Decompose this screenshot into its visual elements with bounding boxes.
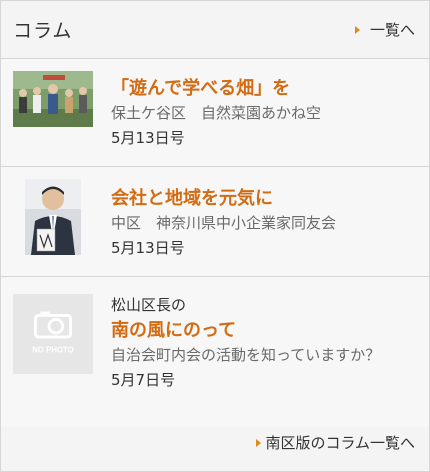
- item-thumbnail[interactable]: [13, 179, 93, 276]
- no-photo-placeholder-icon: NO PHOTO: [13, 294, 93, 374]
- list-item[interactable]: 「遊んで学べる畑」を 保土ケ谷区 自然菜園あかね空 5月13日号: [1, 59, 429, 167]
- item-thumbnail[interactable]: NO PHOTO: [13, 293, 93, 427]
- item-title[interactable]: 南の風にのって: [111, 319, 417, 343]
- column-header: コラム 一覧へ: [1, 1, 429, 59]
- column-title: コラム: [13, 20, 73, 42]
- list-link-label: 一覧へ: [369, 21, 415, 39]
- ward-column-list-label: 南区版のコラム一覧へ: [265, 434, 415, 452]
- list-link[interactable]: 一覧へ: [354, 19, 415, 40]
- item-date: 5月7日号: [111, 371, 176, 389]
- item-text: 松山区長の 南の風にのって 自治会町内会の活動を知っていますか？ 5月7日号: [111, 293, 417, 427]
- list-item[interactable]: NO PHOTO 松山区長の 南の風にのって 自治会町内会の活動を知っていますか…: [1, 277, 429, 427]
- no-photo-text: NO PHOTO: [32, 346, 73, 355]
- item-pretitle: 松山区長の: [111, 296, 187, 314]
- item-title[interactable]: 「遊んで学べる畑」を: [111, 77, 417, 101]
- arrow-right-icon: [354, 25, 360, 34]
- item-subtitle: 自治会町内会の活動を知っていますか？: [111, 346, 381, 364]
- list-item[interactable]: 会社と地域を元気に 中区 神奈川県中小企業家同友会 5月13日号: [1, 167, 429, 277]
- item-date: 5月13日号: [111, 129, 185, 147]
- item-text: 会社と地域を元気に 中区 神奈川県中小企業家同友会 5月13日号: [111, 179, 417, 276]
- column-widget: コラム 一覧へ 「遊んで学べる畑」を 保土ケ谷区 自然菜園あかね空 5月13日号…: [0, 0, 430, 472]
- item-text: 「遊んで学べる畑」を 保土ケ谷区 自然菜園あかね空 5月13日号: [111, 71, 417, 166]
- item-subtitle: 保土ケ谷区 自然菜園あかね空: [111, 104, 322, 122]
- item-date: 5月13日号: [111, 239, 185, 257]
- item-subtitle: 中区 神奈川県中小企業家同友会: [111, 214, 337, 232]
- arrow-right-icon: [256, 438, 262, 447]
- ward-column-list-link[interactable]: 南区版のコラム一覧へ: [256, 432, 415, 453]
- item-thumbnail[interactable]: [13, 71, 93, 166]
- photo-portrait-man-icon: [25, 179, 81, 255]
- photo-people-field-icon: [13, 71, 93, 127]
- item-title[interactable]: 会社と地域を元気に: [111, 187, 417, 211]
